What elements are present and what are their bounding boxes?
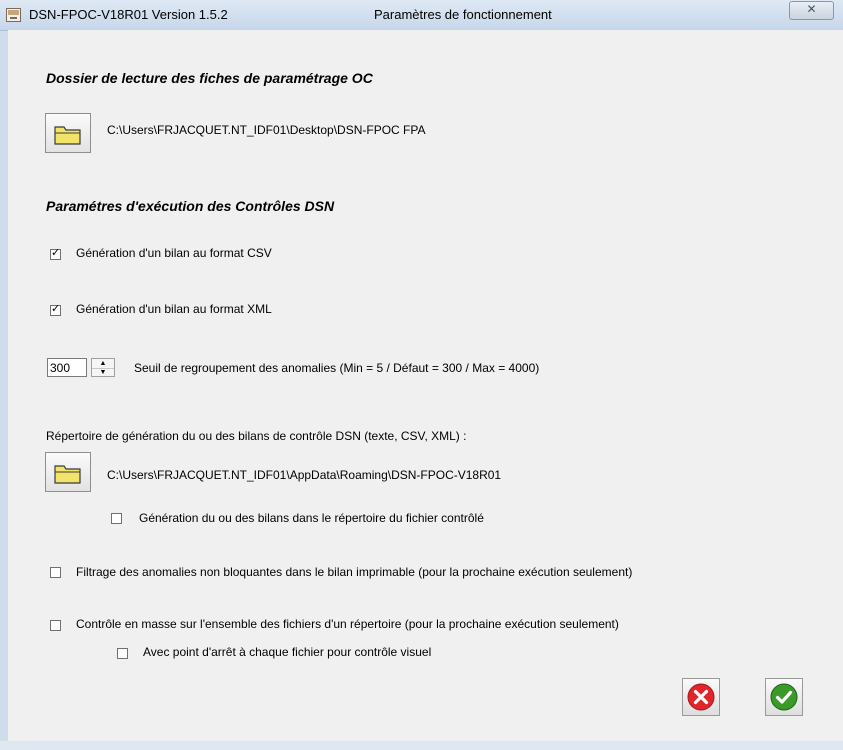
app-title: DSN-FPOC-V18R01 Version 1.5.2 <box>29 7 228 22</box>
csv-report-label: Génération d'un bilan au format CSV <box>76 246 272 260</box>
close-circle-icon <box>687 683 715 711</box>
threshold-label: Seuil de regroupement des anomalies (Min… <box>134 361 540 375</box>
check-circle-icon <box>770 683 798 711</box>
app-icon <box>6 8 21 22</box>
browse-reading-folder-button[interactable] <box>45 113 91 153</box>
dialog-body: Dossier de lecture des fiches de paramét… <box>8 30 843 750</box>
reading-section-title: Dossier de lecture des fiches de paramét… <box>46 70 373 86</box>
window-bottom-border <box>0 741 843 750</box>
output-folder-label: Répertoire de génération du ou des bilan… <box>46 429 467 443</box>
cancel-button[interactable] <box>682 678 720 716</box>
filter-anomalies-checkbox[interactable] <box>50 567 61 578</box>
stop-point-checkbox[interactable] <box>117 648 128 659</box>
folder-icon <box>54 465 81 484</box>
xml-report-checkbox[interactable]: ✓ <box>50 303 61 316</box>
stop-point-label: Avec point d'arrêt à chaque fichier pour… <box>143 645 432 659</box>
xml-report-label: Génération d'un bilan au format XML <box>76 302 272 316</box>
dialog-title: Paramètres de fonctionnement <box>374 7 552 22</box>
anomaly-threshold-input[interactable] <box>47 358 87 377</box>
spin-down-icon[interactable]: ▼ <box>92 368 114 377</box>
same-dir-checkbox[interactable] <box>111 513 122 524</box>
ok-button[interactable] <box>765 678 803 716</box>
mass-control-checkbox[interactable] <box>50 620 61 631</box>
threshold-spinner[interactable]: ▲ ▼ <box>91 358 115 377</box>
close-icon: ✕ <box>806 2 817 16</box>
title-bar[interactable]: DSN-FPOC-V18R01 Version 1.5.2 Paramètres… <box>0 0 843 31</box>
output-folder-path: C:\Users\FRJACQUET.NT_IDF01\AppData\Roam… <box>107 468 502 482</box>
check-mark-icon: ✓ <box>51 303 61 315</box>
mass-control-label: Contrôle en masse sur l'ensemble des fic… <box>76 617 619 631</box>
csv-report-checkbox[interactable]: ✓ <box>50 247 61 260</box>
folder-icon <box>54 126 81 145</box>
execution-section-title: Paramétres d'exécution des Contrôles DSN <box>46 198 335 214</box>
settings-window: DSN-FPOC-V18R01 Version 1.5.2 Paramètres… <box>0 0 843 750</box>
check-mark-icon: ✓ <box>51 247 61 259</box>
close-button[interactable]: ✕ <box>789 1 834 20</box>
reading-folder-path: C:\Users\FRJACQUET.NT_IDF01\Desktop\DSN-… <box>107 123 426 137</box>
filter-anomalies-label: Filtrage des anomalies non bloquantes da… <box>76 565 633 579</box>
browse-output-folder-button[interactable] <box>45 452 91 492</box>
same-dir-label: Génération du ou des bilans dans le répe… <box>139 511 484 525</box>
